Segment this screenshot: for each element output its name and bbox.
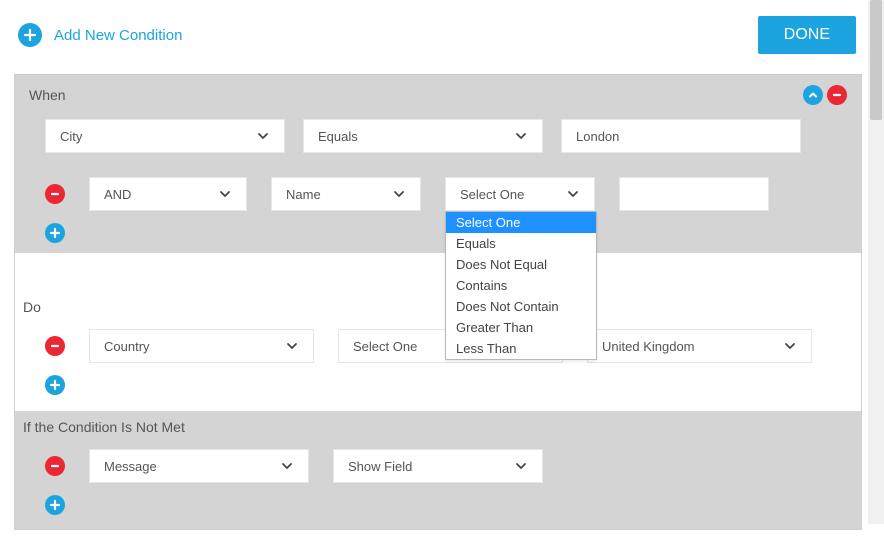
else-field-select[interactable]: Message xyxy=(89,449,309,483)
else-section: If the Condition Is Not Met Message Show… xyxy=(15,411,861,529)
when-value-input[interactable]: London xyxy=(561,119,801,153)
do-section: Do Country Select One United Kingdom xyxy=(15,253,861,411)
operator-dropdown[interactable]: Select OneEqualsDoes Not EqualContainsDo… xyxy=(445,211,597,360)
chevron-down-icon xyxy=(256,129,270,143)
done-button[interactable]: DONE xyxy=(758,16,856,54)
remove-action-icon[interactable] xyxy=(45,336,65,356)
else-field-value: Message xyxy=(104,459,157,474)
add-condition-icon[interactable] xyxy=(45,223,65,243)
when2-value-input[interactable] xyxy=(619,177,769,211)
when2-field-value: Name xyxy=(286,187,321,202)
scrollbar-thumb[interactable] xyxy=(870,0,882,120)
logic-value: AND xyxy=(104,187,131,202)
add-action-icon[interactable] xyxy=(45,375,65,395)
when-operator-value: Equals xyxy=(318,129,358,144)
operator-option[interactable]: Contains xyxy=(446,275,596,296)
operator-option[interactable]: Select One xyxy=(446,212,596,233)
when2-operator-select[interactable]: Select One Select OneEqualsDoes Not Equa… xyxy=(445,177,595,211)
operator-option[interactable]: Less Than xyxy=(446,338,596,359)
when-field-value: City xyxy=(60,129,82,144)
operator-option[interactable]: Greater Than xyxy=(446,317,596,338)
do-value-select[interactable]: United Kingdom xyxy=(587,329,812,363)
else-action-value: Show Field xyxy=(348,459,412,474)
when-operator-select[interactable]: Equals xyxy=(303,119,543,153)
do-title: Do xyxy=(15,299,861,323)
else-action-select[interactable]: Show Field xyxy=(333,449,543,483)
else-title: If the Condition Is Not Met xyxy=(15,411,861,443)
when2-operator-value: Select One xyxy=(460,187,524,202)
add-new-condition-label: Add New Condition xyxy=(54,27,182,44)
chevron-down-icon xyxy=(514,459,528,473)
chevron-down-icon xyxy=(285,339,299,353)
operator-option[interactable]: Does Not Contain xyxy=(446,296,596,317)
when-title: When xyxy=(29,87,66,103)
chevron-down-icon xyxy=(566,187,580,201)
do-field-value: Country xyxy=(104,339,150,354)
chevron-down-icon xyxy=(280,459,294,473)
logic-select[interactable]: AND xyxy=(89,177,247,211)
do-value-text: United Kingdom xyxy=(602,339,695,354)
when-section: When City Equals London xyxy=(14,74,862,530)
when-value-text: London xyxy=(576,129,619,144)
operator-option[interactable]: Equals xyxy=(446,233,596,254)
chevron-down-icon xyxy=(218,187,232,201)
chevron-down-icon xyxy=(392,187,406,201)
remove-else-action-icon[interactable] xyxy=(45,456,65,476)
when2-field-select[interactable]: Name xyxy=(271,177,421,211)
collapse-icon[interactable] xyxy=(803,85,823,105)
plus-icon xyxy=(18,23,42,47)
do-operator-value: Select One xyxy=(353,339,417,354)
when-field-select[interactable]: City xyxy=(45,119,285,153)
add-else-action-icon[interactable] xyxy=(45,495,65,515)
remove-condition-icon[interactable] xyxy=(45,184,65,204)
chevron-down-icon xyxy=(783,339,797,353)
chevron-down-icon xyxy=(514,129,528,143)
remove-section-icon[interactable] xyxy=(827,85,847,105)
do-field-select[interactable]: Country xyxy=(89,329,314,363)
add-new-condition-button[interactable]: Add New Condition xyxy=(18,23,182,47)
operator-option[interactable]: Does Not Equal xyxy=(446,254,596,275)
scrollbar-track[interactable] xyxy=(868,0,884,524)
